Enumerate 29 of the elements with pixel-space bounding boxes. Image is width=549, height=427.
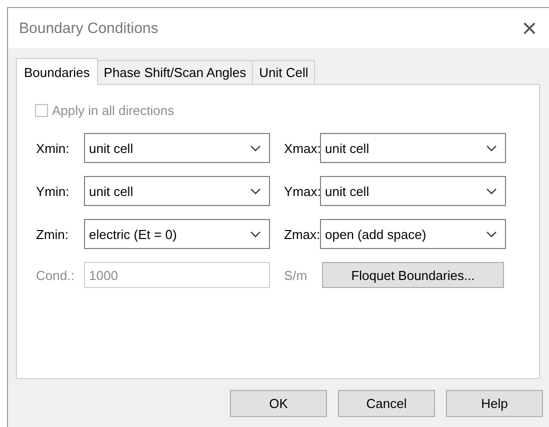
dialog-button[interactable]: Cancel [338,390,435,417]
field-label: Zmax: [283,226,320,242]
field-label: Xmin: [35,140,70,156]
dropdown[interactable]: electric (Et = 0) [84,219,270,249]
tab[interactable]: Boundaries [16,58,98,85]
tab[interactable]: Unit Cell [252,60,316,84]
caret-icon [486,144,497,152]
caret-icon [486,230,497,238]
dropdown[interactable]: open (add space) [320,219,506,249]
floquet-boundaries-button[interactable]: Floquet Boundaries... [322,262,504,288]
dropdown[interactable]: unit cell [84,176,270,206]
dialog-button[interactable]: Help [446,390,543,417]
field-label: Ymin: [35,184,70,198]
field-label: Cond.: [35,268,76,282]
caret-icon [250,230,261,238]
close-button[interactable]: × [522,15,537,41]
dropdown[interactable]: unit cell [320,176,506,206]
checkbox-label: Apply in all directions [52,102,174,118]
caret-icon [250,144,261,152]
unit-label: S/m [283,268,308,282]
window-title: Boundary Conditions [19,20,158,36]
dropdown[interactable]: unit cell [84,133,270,163]
field-label: Xmax: [283,140,320,156]
dialog-button[interactable]: OK [230,390,327,417]
caret-icon [250,188,261,194]
field-label: Zmin: [35,226,70,242]
caret-icon [486,188,497,194]
field-label: Ymax: [283,184,320,198]
dropdown[interactable]: unit cell [320,133,506,163]
